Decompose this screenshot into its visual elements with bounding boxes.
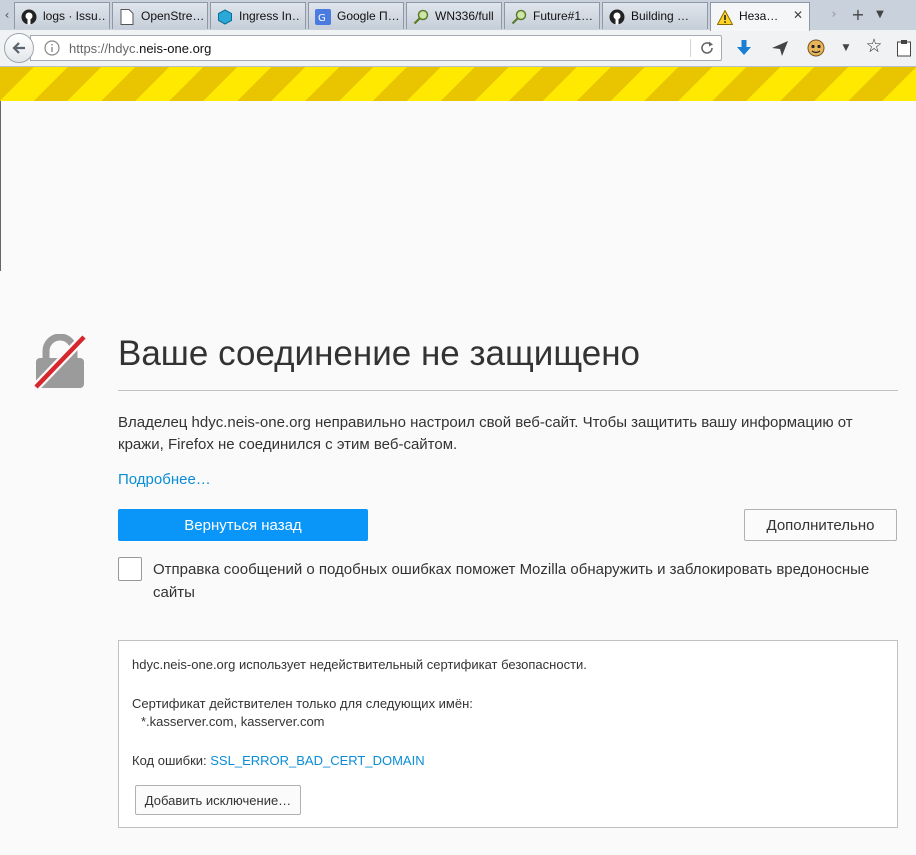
tab-label: Ingress In… [239, 9, 301, 23]
url-divider [690, 39, 691, 57]
left-edge [0, 101, 1, 271]
error-code-line: Код ошибки: SSL_ERROR_BAD_CERT_DOMAIN [132, 753, 425, 768]
send-icon[interactable] [770, 38, 790, 58]
tab-scroll-left-icon[interactable]: ‹ [2, 0, 12, 30]
warning-icon [717, 9, 733, 25]
url-bar[interactable]: https://hdyc.neis-one.org [30, 35, 722, 61]
reload-icon[interactable] [697, 38, 717, 58]
back-arrow-icon [12, 42, 25, 54]
back-button[interactable] [4, 33, 34, 63]
go-back-button[interactable]: Вернуться назад [118, 509, 368, 541]
tab-1[interactable]: logs · Issu… [14, 2, 110, 29]
tab-list-dropdown-icon[interactable]: ▼ [872, 3, 888, 27]
tab-label: Неза… [739, 9, 779, 23]
close-tab-icon[interactable]: ✕ [793, 8, 803, 22]
page-title: Ваше соединение не защищено [118, 334, 641, 373]
tab-label: OpenStre… [141, 9, 203, 23]
tab-4[interactable]: G Google П… [308, 2, 404, 29]
tab-6[interactable]: Future#1… [504, 2, 600, 29]
navigation-bar: https://hdyc.neis-one.org ▼ ☆ [0, 30, 916, 67]
magnifier-icon [413, 9, 429, 25]
advanced-button[interactable]: Дополнительно [744, 509, 897, 541]
tab-7[interactable]: Building … [602, 2, 708, 29]
error-code-label: Код ошибки: [132, 753, 211, 768]
tab-2[interactable]: OpenStre… [112, 2, 208, 29]
warning-stripe [0, 67, 916, 101]
tab-strip: ‹ logs · Issu… OpenStre… Ingress In… G G… [0, 0, 916, 31]
tab-scroll-right-icon[interactable]: › [826, 3, 842, 27]
valid-names-heading: Сертификат действителен только для следу… [132, 696, 473, 711]
invalid-certificate-text: hdyc.neis-one.org использует недействите… [132, 657, 587, 672]
tab-5[interactable]: WN336/full [406, 2, 502, 29]
magnifier-icon [511, 9, 527, 25]
page-icon [119, 9, 135, 25]
tab-label: Google П… [337, 9, 399, 23]
title-divider [118, 390, 898, 391]
google-translate-icon: G [315, 9, 331, 25]
github-icon [609, 9, 625, 25]
tab-label: Future#1… [533, 9, 594, 23]
learn-more-link[interactable]: Подробнее… [118, 471, 211, 488]
tab-label: WN336/full [435, 9, 494, 23]
tab-3[interactable]: Ingress In… [210, 2, 306, 29]
error-code-link[interactable]: SSL_ERROR_BAD_CERT_DOMAIN [210, 753, 424, 768]
info-icon[interactable] [43, 39, 61, 57]
svg-text:G: G [318, 13, 326, 24]
advanced-panel: hdyc.neis-one.org использует недействите… [118, 640, 898, 828]
github-icon [21, 9, 37, 25]
url-domain: neis-one.org [139, 41, 212, 56]
add-exception-button[interactable]: Добавить исключение… [135, 785, 301, 815]
bookmark-star-icon[interactable]: ☆ [864, 35, 884, 57]
addon-face-icon[interactable] [806, 38, 826, 58]
tab-8-active[interactable]: Неза… ✕ [710, 2, 810, 31]
report-errors-checkbox[interactable] [118, 557, 142, 581]
valid-names-list: *.kasserver.com, kasserver.com [141, 714, 325, 729]
tab-label: Building … [631, 9, 690, 23]
ingress-icon [217, 9, 233, 25]
report-errors-label: Отправка сообщений о подобных ошибках по… [153, 561, 870, 601]
download-icon[interactable] [734, 38, 754, 58]
clipboard-icon[interactable] [894, 38, 914, 58]
addon-dropdown-icon[interactable]: ▼ [836, 38, 856, 58]
url-text[interactable]: https://hdyc.neis-one.org [69, 41, 211, 56]
broken-lock-icon [32, 333, 88, 391]
new-tab-icon[interactable]: + [848, 3, 868, 27]
url-prefix: https://hdyc. [69, 41, 140, 56]
tab-label: logs · Issu… [43, 9, 105, 23]
error-description: Владелец hdyc.neis-one.org неправильно н… [118, 414, 853, 453]
